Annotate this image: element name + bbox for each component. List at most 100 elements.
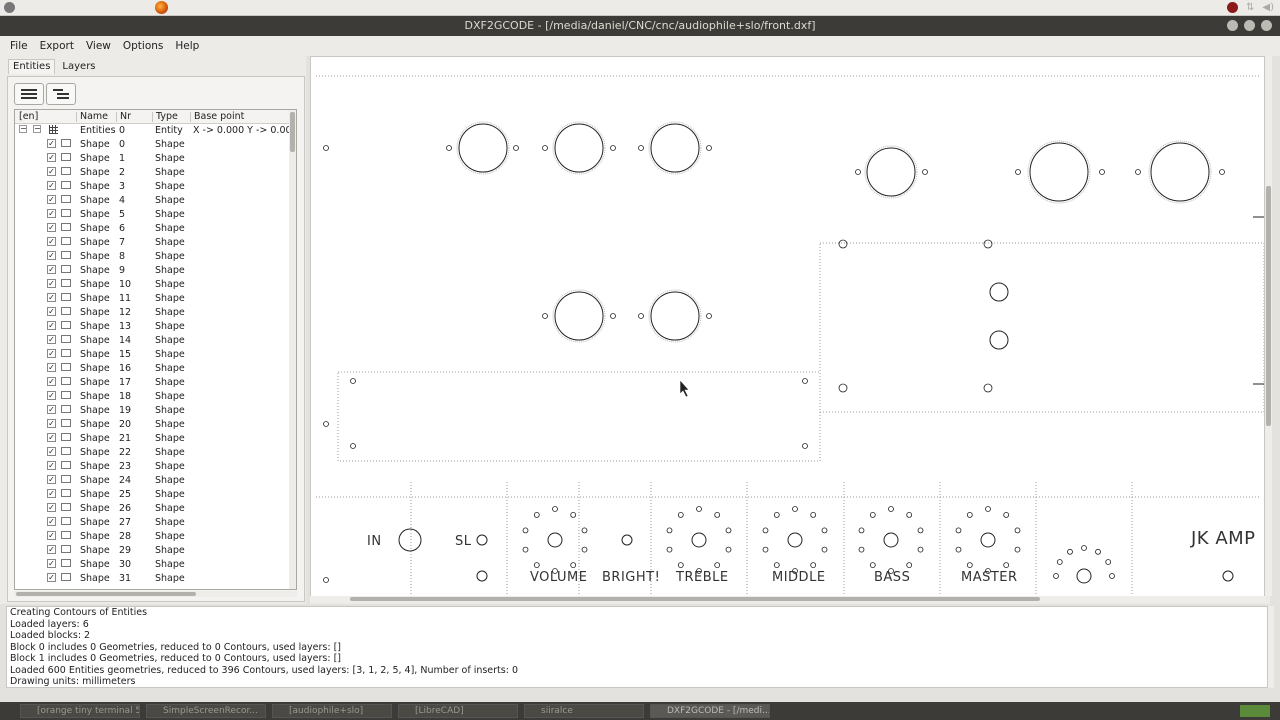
enabled-checkbox[interactable]: ✓ <box>47 153 56 162</box>
enabled-checkbox[interactable]: ✓ <box>47 181 56 190</box>
tree-row-shape[interactable]: ✓ Shape 26 Shape <box>15 502 291 516</box>
maximize-icon[interactable] <box>1244 20 1255 31</box>
tree-row-shape[interactable]: ✓ Shape 25 Shape <box>15 488 291 502</box>
enabled-checkbox[interactable]: ✓ <box>47 447 56 456</box>
enabled-checkbox[interactable]: ✓ <box>47 195 56 204</box>
col-name[interactable]: Name <box>80 111 108 122</box>
col-nr[interactable]: Nr <box>120 111 131 122</box>
tree-row-root[interactable]: − − Entities 0 Entity X -> 0.000 Y -> 0.… <box>15 124 296 138</box>
tree-row-shape[interactable]: ✓ Shape 16 Shape <box>15 362 291 376</box>
enabled-checkbox[interactable]: ✓ <box>47 433 56 442</box>
enabled-checkbox[interactable]: ✓ <box>47 377 56 386</box>
volume-icon[interactable]: ◀) <box>1262 2 1274 13</box>
expand-all-button[interactable] <box>46 83 76 105</box>
tab-layers[interactable]: Layers <box>57 59 100 74</box>
col-enabled[interactable]: [en] <box>19 111 38 122</box>
tree-row-shape[interactable]: ✓ Shape 8 Shape <box>15 250 291 264</box>
tab-entities[interactable]: Entities <box>8 59 56 74</box>
tree-row-shape[interactable]: ✓ Shape 18 Shape <box>15 390 291 404</box>
tree-row-shape[interactable]: ✓ Shape 7 Shape <box>15 236 291 250</box>
menu-file[interactable]: File <box>4 40 34 52</box>
window-titlebar[interactable]: DXF2GCODE - [/media/daniel/CNC/cnc/audio… <box>0 16 1280 36</box>
enabled-checkbox[interactable]: ✓ <box>47 489 56 498</box>
tree-row-shape[interactable]: ✓ Shape 9 Shape <box>15 264 291 278</box>
tree-row-shape[interactable]: ✓ Shape 21 Shape <box>15 432 291 446</box>
trash-icon[interactable] <box>1240 705 1270 717</box>
enabled-checkbox[interactable]: ✓ <box>47 223 56 232</box>
enabled-checkbox[interactable]: ✓ <box>47 321 56 330</box>
enabled-checkbox[interactable]: ✓ <box>47 167 56 176</box>
tree-row-shape[interactable]: ✓ Shape 3 Shape <box>15 180 291 194</box>
tree-row-shape[interactable]: ✓ Shape 1 Shape <box>15 152 291 166</box>
tree-row-shape[interactable]: ✓ Shape 14 Shape <box>15 334 291 348</box>
tree-row-shape[interactable]: ✓ Shape 4 Shape <box>15 194 291 208</box>
tree-row-shape[interactable]: ✓ Shape 5 Shape <box>15 208 291 222</box>
collapse-all-button[interactable] <box>14 83 44 105</box>
tree-vertical-scrollbar[interactable] <box>289 110 296 589</box>
tree-row-shape[interactable]: ✓ Shape 13 Shape <box>15 320 291 334</box>
enabled-checkbox[interactable]: ✓ <box>47 209 56 218</box>
menu-options[interactable]: Options <box>117 40 170 52</box>
enabled-checkbox[interactable]: ✓ <box>47 363 56 372</box>
entities-tree[interactable]: [en] Name Nr Type Base point − − Entitie… <box>14 109 297 590</box>
task-dxf2gcode[interactable]: DXF2GCODE - [/medi... <box>650 704 770 718</box>
canvas-horizontal-scrollbar[interactable] <box>310 596 1265 602</box>
tree-row-shape[interactable]: ✓ Shape 19 Shape <box>15 404 291 418</box>
tree-row-shape[interactable]: ✓ Shape 20 Shape <box>15 418 291 432</box>
tree-row-shape[interactable]: ✓ Shape 27 Shape <box>15 516 291 530</box>
enabled-checkbox[interactable]: ✓ <box>47 349 56 358</box>
enabled-checkbox[interactable]: ✓ <box>47 251 56 260</box>
enabled-checkbox[interactable]: ✓ <box>47 293 56 302</box>
enabled-checkbox[interactable]: ✓ <box>47 475 56 484</box>
enabled-checkbox[interactable]: ✓ <box>47 419 56 428</box>
col-type[interactable]: Type <box>156 111 178 122</box>
firefox-icon[interactable] <box>155 1 168 14</box>
enabled-checkbox[interactable]: ✓ <box>47 461 56 470</box>
tree-row-shape[interactable]: ✓ Shape 10 Shape <box>15 278 291 292</box>
tree-row-shape[interactable]: ✓ Shape 29 Shape <box>15 544 291 558</box>
drawing-canvas[interactable]: IN SL VOLUME BRIGHT! TREBLE MIDDLE BASS … <box>310 56 1265 598</box>
task-terminal[interactable]: [orange tiny terminal 5] <box>20 704 140 718</box>
tree-row-shape[interactable]: ✓ Shape 11 Shape <box>15 292 291 306</box>
tree-row-shape[interactable]: ✓ Shape 12 Shape <box>15 306 291 320</box>
task-librecad[interactable]: [LibreCAD] <box>398 704 518 718</box>
task-source[interactable]: siiralce <box>524 704 644 718</box>
canvas-vertical-scrollbar[interactable] <box>1265 56 1272 596</box>
collapse-icon[interactable]: − <box>33 125 41 133</box>
enabled-checkbox[interactable]: ✓ <box>47 573 56 582</box>
minimize-icon[interactable] <box>1227 20 1238 31</box>
tree-row-shape[interactable]: ✓ Shape 2 Shape <box>15 166 291 180</box>
enabled-checkbox[interactable]: ✓ <box>47 405 56 414</box>
menu-export[interactable]: Export <box>34 40 80 52</box>
tree-row-shape[interactable]: ✓ Shape 30 Shape <box>15 558 291 572</box>
log-scrollbar[interactable] <box>1268 606 1274 688</box>
tree-row-shape[interactable]: ✓ Shape 28 Shape <box>15 530 291 544</box>
enabled-checkbox[interactable]: ✓ <box>47 279 56 288</box>
tree-row-shape[interactable]: ✓ Shape 6 Shape <box>15 222 291 236</box>
menu-view[interactable]: View <box>80 40 117 52</box>
enabled-checkbox[interactable]: ✓ <box>47 335 56 344</box>
close-icon[interactable] <box>1261 20 1272 31</box>
enabled-checkbox[interactable]: ✓ <box>47 517 56 526</box>
enabled-checkbox[interactable]: ✓ <box>47 531 56 540</box>
tree-horizontal-scrollbar[interactable] <box>14 591 297 597</box>
ubuntu-logo-icon[interactable] <box>4 2 15 13</box>
tree-row-shape[interactable]: ✓ Shape 17 Shape <box>15 376 291 390</box>
enabled-checkbox[interactable]: ✓ <box>47 307 56 316</box>
record-indicator-icon[interactable] <box>1227 2 1239 13</box>
enabled-checkbox[interactable]: ✓ <box>47 139 56 148</box>
enabled-checkbox[interactable]: ✓ <box>47 391 56 400</box>
enabled-checkbox[interactable]: ✓ <box>47 237 56 246</box>
expand-icon[interactable]: − <box>19 125 27 133</box>
tray-icon[interactable]: ⇅ <box>1246 2 1254 13</box>
task-file-manager[interactable]: [audiophile+slo] <box>272 704 392 718</box>
tree-row-shape[interactable]: ✓ Shape 31 Shape <box>15 572 291 586</box>
enabled-checkbox[interactable]: ✓ <box>47 559 56 568</box>
message-log[interactable]: Creating Contours of Entities Loaded lay… <box>6 606 1268 688</box>
tree-row-shape[interactable]: ✓ Shape 24 Shape <box>15 474 291 488</box>
enabled-checkbox[interactable]: ✓ <box>47 265 56 274</box>
task-screen-recorder[interactable]: SimpleScreenRecor... <box>146 704 266 718</box>
tree-row-shape[interactable]: ✓ Shape 22 Shape <box>15 446 291 460</box>
tree-row-shape[interactable]: ✓ Shape 15 Shape <box>15 348 291 362</box>
enabled-checkbox[interactable]: ✓ <box>47 545 56 554</box>
